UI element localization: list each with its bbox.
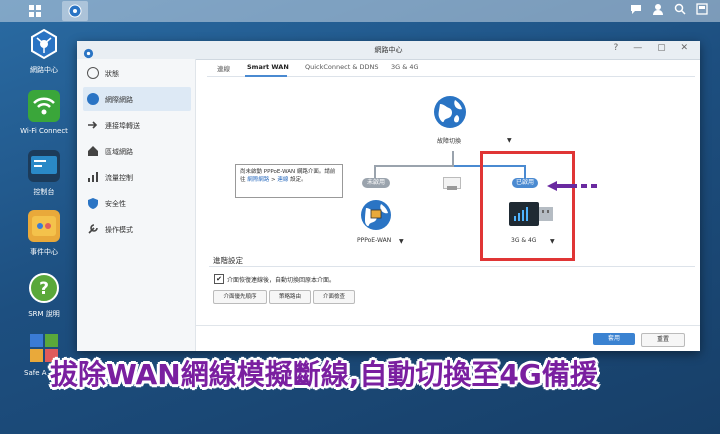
taskbar	[0, 0, 720, 22]
divider	[209, 266, 695, 267]
globe-icon	[87, 93, 99, 105]
failover-label: 故障切換	[437, 138, 462, 145]
active-tab-indicator	[245, 75, 287, 77]
pppoe-wan-dropdown-arrow[interactable]: ▼	[399, 238, 404, 245]
tooltip-text: 設定。	[288, 177, 307, 183]
tab-3g-4g[interactable]: 3G & 4G	[391, 63, 419, 71]
pointer-arrow-icon	[545, 177, 601, 191]
connector-line	[374, 165, 454, 167]
sidebar-item-operation-mode[interactable]: 操作模式	[83, 217, 191, 241]
control-panel-icon	[28, 150, 60, 182]
tab-smart-wan[interactable]: Smart WAN	[247, 63, 289, 71]
failover-globe-icon	[433, 95, 467, 129]
highlight-box	[480, 151, 575, 261]
sidebar-item-local-network[interactable]: 區域網路	[83, 139, 191, 163]
desktop-icon-label: Wi-Fi Connect	[20, 127, 68, 135]
sidebar-item-label: 連接埠轉送	[105, 122, 140, 130]
desktop-icon-label: 控制台	[33, 188, 55, 196]
window-footer: 套用 重置	[195, 325, 700, 352]
failover-dropdown-arrow[interactable]: ▼	[507, 137, 512, 144]
desktop-icon-label: 網路中心	[30, 66, 58, 74]
tab-quickconnect-ddns[interactable]: QuickConnect & DDNS	[305, 63, 378, 71]
interface-priority-button[interactable]: 介面優先順序	[213, 290, 267, 304]
advanced-settings-title: 進階設定	[213, 256, 243, 265]
wifi-icon	[28, 90, 60, 122]
wrench-icon	[87, 223, 99, 235]
connector-line	[452, 151, 454, 165]
switch-icon	[443, 177, 461, 190]
widgets-icon[interactable]	[696, 3, 708, 19]
sidebar-item-label: 區域網路	[105, 148, 133, 156]
sidebar-item-status[interactable]: 狀態	[83, 61, 191, 85]
connector-line	[374, 165, 376, 179]
arrow-icon	[87, 119, 99, 131]
bar-chart-icon	[87, 171, 99, 183]
window-titlebar[interactable]: 網路中心 ? — ▢ ✕	[77, 41, 700, 60]
sidebar-item-label: 狀態	[105, 70, 119, 78]
pppoe-wan-label: PPPoE-WAN	[357, 237, 392, 244]
user-icon[interactable]	[652, 3, 664, 19]
maximize-button[interactable]: ▢	[657, 43, 672, 53]
chat-icon[interactable]	[630, 3, 642, 19]
desktop-event-center[interactable]: 事件中心	[14, 210, 74, 257]
close-button[interactable]: ✕	[680, 43, 694, 53]
sidebar-item-traffic-control[interactable]: 流量控制	[83, 165, 191, 189]
network-center-window: 網路中心 ? — ▢ ✕ 狀態 網際網路 連接埠轉送 區域網路 流量控制 安全性…	[77, 41, 700, 351]
auto-switch-back-checkbox[interactable]: ✔	[214, 274, 224, 284]
event-center-icon	[28, 210, 60, 242]
overlay-caption: 拔除WAN網線模擬斷線,自動切換至4G備援	[50, 358, 598, 391]
sidebar-item-internet[interactable]: 網際網路	[83, 87, 191, 111]
window-controls: ? — ▢ ✕	[614, 43, 694, 53]
disabled-tag: 未啟用	[362, 178, 390, 188]
sidebar-item-label: 網際網路	[105, 96, 133, 104]
desktop-icon-label: 事件中心	[30, 248, 58, 256]
auto-switch-back-label: 介面恢復連線後，自動切換回原本介面。	[227, 277, 336, 284]
svg-text:?: ?	[39, 279, 49, 299]
policy-routing-button[interactable]: 策略路由	[269, 290, 311, 304]
interface-check-button[interactable]: 介面檢查	[313, 290, 355, 304]
help-button[interactable]: ?	[614, 43, 625, 53]
apply-button[interactable]: 套用	[593, 333, 635, 345]
house-icon	[87, 145, 99, 157]
help-icon: ?	[28, 272, 60, 304]
sidebar: 狀態 網際網路 連接埠轉送 區域網路 流量控制 安全性 操作模式	[77, 59, 196, 351]
reset-button[interactable]: 重置	[641, 333, 685, 347]
tab-connection[interactable]: 連線	[217, 63, 230, 73]
pppoe-wan-globe-icon	[360, 199, 392, 231]
network-center-icon	[28, 28, 60, 60]
sidebar-item-security[interactable]: 安全性	[83, 191, 191, 215]
network-center-taskbar-icon[interactable]	[62, 1, 88, 21]
window-title: 網路中心	[374, 46, 403, 54]
status-icon	[87, 67, 99, 79]
shield-icon	[87, 197, 99, 209]
minimize-button[interactable]: —	[633, 43, 648, 53]
sidebar-item-label: 安全性	[105, 200, 126, 208]
desktop-icon-label: SRM 說明	[28, 310, 60, 318]
connection-link[interactable]: 連線	[277, 177, 288, 183]
internet-link[interactable]: 網際網路	[247, 177, 269, 183]
desktop-control-panel[interactable]: 控制台	[14, 150, 74, 197]
desktop-network-center[interactable]: 網路中心	[14, 28, 74, 75]
pppoe-not-enabled-tooltip: 尚未啟動 PPPoE-WAN 網路介面。請前往 網際網路 > 連線 設定。	[235, 164, 343, 198]
desktop-srm-help[interactable]: ? SRM 說明	[14, 272, 74, 319]
main-menu-icon[interactable]	[22, 1, 48, 21]
desktop-wifi-connect[interactable]: Wi-Fi Connect	[14, 90, 74, 135]
sidebar-item-port-forwarding[interactable]: 連接埠轉送	[83, 113, 191, 137]
search-icon[interactable]	[674, 3, 686, 19]
sidebar-item-label: 操作模式	[105, 226, 133, 234]
sidebar-item-label: 流量控制	[105, 174, 133, 182]
